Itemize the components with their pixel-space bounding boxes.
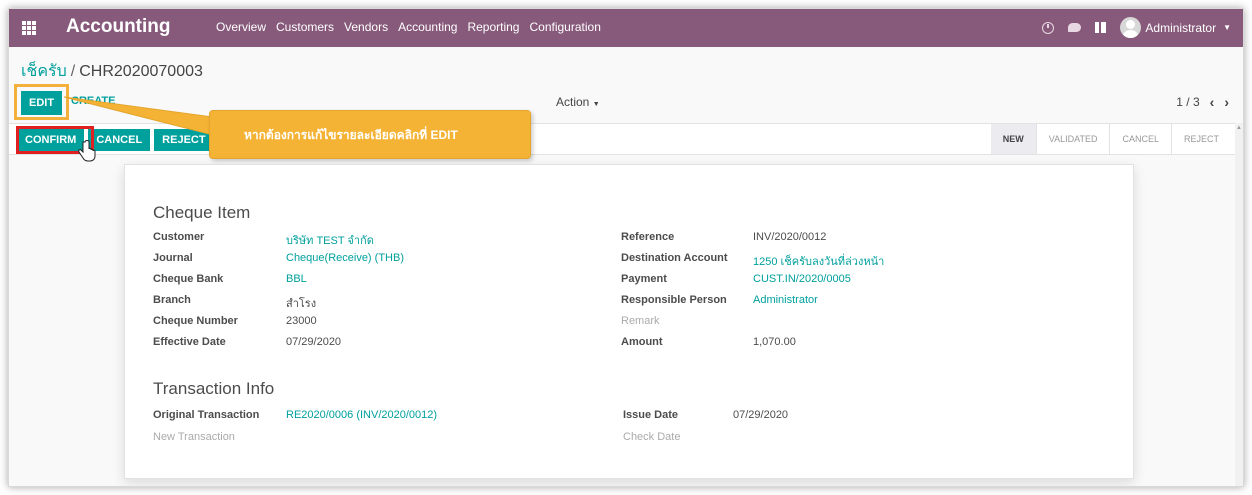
stage-reject[interactable]: REJECT (1170, 124, 1231, 154)
field-value-issue-date: 07/29/2020 (733, 409, 789, 421)
stage-cancel[interactable]: CANCEL (1109, 124, 1171, 154)
breadcrumb-parent[interactable]: เช็ครับ (21, 63, 67, 80)
field-label: Remark (621, 315, 660, 327)
field-amount: Amount 1,070.00 (621, 336, 796, 348)
field-value-responsible-person[interactable]: Administrator (753, 294, 818, 306)
field-destination-account: Destination Account 1250 เช็ครับลงวันที่… (621, 252, 884, 268)
field-label: Branch (153, 294, 191, 306)
pager: 1 / 3 ‹ › (1176, 94, 1229, 110)
field-value-customer[interactable]: บริษัท TEST จำกัด (286, 231, 374, 249)
field-value-reference: INV/2020/0012 (753, 231, 827, 243)
main-menu: Overview Customers Vendors Accounting Re… (216, 20, 601, 34)
top-navbar: Accounting Overview Customers Vendors Ac… (9, 9, 1243, 47)
field-reference: Reference INV/2020/0012 (621, 231, 826, 243)
field-customer: Customer บริษัท TEST จำกัด (153, 231, 374, 247)
field-value-branch: สำโรง (286, 298, 317, 310)
field-value-cheque-bank[interactable]: BBL (286, 273, 307, 285)
field-label: Payment (621, 273, 667, 285)
menu-item-configuration[interactable]: Configuration (529, 20, 600, 34)
field-label: Journal (153, 252, 193, 264)
chevron-left-icon[interactable]: ‹ (1210, 94, 1215, 110)
menu-item-overview[interactable]: Overview (216, 20, 266, 34)
field-value-amount: 1,070.00 (753, 336, 796, 348)
field-branch: Branch สำโรง (153, 294, 316, 310)
field-label: New Transaction (153, 431, 235, 443)
field-label: Original Transaction (153, 409, 260, 421)
menu-item-customers[interactable]: Customers (276, 20, 334, 34)
field-payment: Payment CUST.IN/2020/0005 (621, 273, 851, 285)
reject-button[interactable]: REJECT (154, 129, 214, 151)
caret-down-icon: ▼ (1223, 23, 1231, 32)
field-label: Responsible Person (621, 294, 727, 306)
hand-cursor-icon (78, 140, 96, 162)
field-label: Issue Date (623, 409, 679, 421)
field-label: Customer (153, 231, 205, 243)
field-value-effective-date: 07/29/2020 (286, 336, 342, 348)
menu-item-reporting[interactable]: Reporting (467, 20, 519, 34)
apps-grid-icon[interactable] (22, 21, 36, 35)
breadcrumb: เช็ครับ / CHR2020070003 (21, 59, 203, 84)
action-dropdown[interactable]: Action ▼ (556, 95, 600, 109)
user-menu[interactable]: Administrator ▼ (1120, 17, 1231, 38)
field-new-transaction: New Transaction (153, 431, 235, 443)
field-issue-date: Issue Date 07/29/2020 (623, 409, 788, 421)
chevron-right-icon[interactable]: › (1224, 94, 1229, 110)
pager-value[interactable]: 1 / 3 (1176, 95, 1199, 109)
field-value-destination-account[interactable]: 1250 เช็ครับลงวันที่ล่วงหน้า (753, 252, 884, 270)
app-window: Accounting Overview Customers Vendors Ac… (8, 8, 1244, 487)
stage-validated[interactable]: VALIDATED (1035, 124, 1110, 154)
field-responsible-person: Responsible Person Administrator (621, 294, 818, 306)
field-label: Reference (621, 231, 675, 243)
field-label: Check Date (623, 431, 681, 443)
systray: Administrator ▼ (1042, 17, 1231, 38)
field-value-journal[interactable]: Cheque(Receive) (THB) (286, 252, 404, 264)
field-original-transaction: Original Transaction RE2020/0006 (INV/20… (153, 409, 437, 421)
field-cheque-bank: Cheque Bank BBL (153, 273, 307, 285)
scroll-up-icon[interactable]: ▲ (1236, 125, 1242, 131)
menu-item-vendors[interactable]: Vendors (344, 20, 388, 34)
create-button[interactable]: CREATE (71, 95, 115, 107)
field-value-cheque-number: 23000 (286, 315, 317, 327)
caret-down-icon: ▼ (592, 101, 600, 108)
field-check-date: Check Date (623, 431, 680, 443)
field-effective-date: Effective Date 07/29/2020 (153, 336, 341, 348)
section-title-cheque-item: Cheque Item (153, 203, 251, 222)
scrollbar[interactable] (1235, 123, 1243, 486)
breadcrumb-separator: / (70, 63, 76, 80)
form-sheet: Cheque Item Customer บริษัท TEST จำกัด J… (124, 164, 1134, 479)
cancel-button[interactable]: CANCEL (88, 129, 151, 151)
status-bar: CONFIRM CANCEL REJECT NEW VALIDATED CANC… (9, 123, 1243, 155)
chat-icon[interactable] (1068, 23, 1082, 32)
app-title[interactable]: Accounting (66, 16, 171, 38)
gift-icon[interactable] (1095, 22, 1107, 33)
clock-icon[interactable] (1042, 21, 1055, 34)
stage-pipeline: NEW VALIDATED CANCEL REJECT (990, 124, 1231, 154)
field-label: Amount (621, 336, 663, 348)
field-label: Cheque Number (153, 315, 238, 327)
field-value-original-transaction[interactable]: RE2020/0006 (INV/2020/0012) (286, 409, 437, 421)
avatar (1120, 17, 1142, 38)
stage-new: NEW (990, 124, 1036, 154)
edit-highlight-box (14, 84, 69, 120)
field-remark: Remark (621, 315, 660, 327)
field-cheque-number: Cheque Number 23000 (153, 315, 317, 327)
field-label: Cheque Bank (153, 273, 224, 285)
field-label: Destination Account (621, 252, 728, 264)
breadcrumb-current: CHR2020070003 (79, 63, 203, 80)
tooltip-callout: หากต้องการแก้ไขรายละเอียดคลิกที่ EDIT (209, 110, 531, 159)
section-title-transaction-info: Transaction Info (153, 379, 275, 398)
action-label: Action (556, 95, 590, 109)
field-journal: Journal Cheque(Receive) (THB) (153, 252, 404, 264)
menu-item-accounting[interactable]: Accounting (398, 20, 457, 34)
field-value-payment[interactable]: CUST.IN/2020/0005 (753, 273, 851, 285)
field-label: Effective Date (153, 336, 226, 348)
user-name: Administrator (1145, 20, 1217, 35)
